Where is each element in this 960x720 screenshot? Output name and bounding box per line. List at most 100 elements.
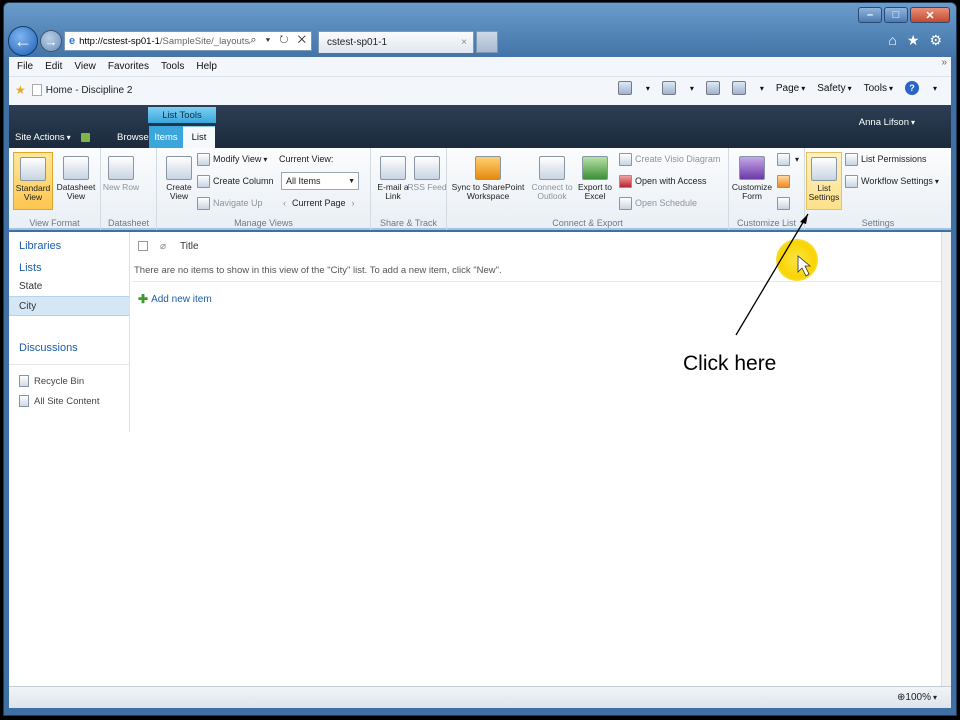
favorite-link[interactable]: Home - Discipline 2: [46, 85, 133, 96]
back-button[interactable]: ←: [8, 26, 38, 56]
sync-workspace-button[interactable]: Sync to SharePoint Workspace: [451, 152, 525, 210]
close-window-button[interactable]: ✕: [910, 7, 950, 23]
status-bar: ⊕100% ▾: [9, 686, 951, 708]
infopath-icon: [739, 156, 765, 180]
browser-toolbar-icons: ⌂ ★ ⚙: [888, 32, 942, 49]
browser-tab[interactable]: cstest-sp01-1 ×: [318, 31, 474, 53]
open-access-button[interactable]: Open with Access: [619, 172, 707, 190]
datasheet-view-icon: [63, 156, 89, 180]
export-excel-button[interactable]: Export to Excel: [575, 152, 615, 210]
ql-lists[interactable]: Lists: [9, 254, 129, 276]
navigate-up-icon: [197, 196, 210, 210]
group-datasheet: New Row Datasheet: [101, 148, 157, 230]
open-schedule-button[interactable]: Open Schedule: [619, 194, 697, 212]
address-tools[interactable]: ⌕ ▾ ↻ ✕: [250, 34, 309, 47]
list-tools-label: List Tools: [148, 107, 216, 123]
ql-item-state[interactable]: State: [9, 276, 129, 296]
address-bar[interactable]: e http://cstest-sp01-1 /SampleSite/_layo…: [64, 31, 312, 51]
help-icon[interactable]: ?: [904, 81, 919, 95]
current-page-pager[interactable]: ‹ Current Page ›: [283, 194, 355, 212]
ql-recycle-bin[interactable]: Recycle Bin: [9, 371, 129, 391]
current-view-select[interactable]: All Items ▼: [281, 172, 359, 190]
add-new-item-link[interactable]: ✚ Add new item: [132, 292, 942, 306]
list-header: ⌀ Title: [132, 232, 942, 260]
create-visio-button[interactable]: Create Visio Diagram: [619, 150, 720, 168]
tab-items[interactable]: Items: [149, 126, 183, 148]
mail-icon[interactable]: [705, 81, 720, 95]
new-row-button[interactable]: New Row: [101, 152, 141, 210]
workflow-settings-button[interactable]: Workflow Settings ▾: [845, 172, 939, 190]
menu-view[interactable]: View: [74, 61, 96, 72]
new-tab-button[interactable]: [476, 31, 498, 53]
ql-item-city[interactable]: City: [9, 296, 129, 316]
feeds-icon[interactable]: [661, 81, 676, 95]
favorites-star-icon[interactable]: ★: [907, 32, 920, 49]
datasheet-view-button[interactable]: Datasheet View: [56, 152, 96, 210]
ql-libraries[interactable]: Libraries: [9, 232, 129, 254]
schedule-icon: [619, 196, 632, 210]
address-path: /SampleSite/_layouts/l: [159, 35, 254, 47]
create-column-button[interactable]: Create Column: [197, 172, 274, 190]
standard-view-icon: [20, 157, 46, 181]
cursor-highlight: [776, 239, 818, 281]
forward-button[interactable]: →: [40, 30, 62, 52]
more-chevron-icon[interactable]: »: [941, 57, 947, 68]
zoom-control[interactable]: ⊕100% ▾: [897, 692, 937, 703]
user-menu[interactable]: Anna Lifson ▾: [859, 117, 915, 128]
modify-view-icon: [197, 152, 210, 166]
tab-close-icon[interactable]: ×: [461, 37, 467, 48]
customize-small-3[interactable]: [777, 194, 793, 212]
maximize-button[interactable]: □: [884, 7, 908, 23]
menu-bar: File Edit View Favorites Tools Help »: [9, 57, 951, 77]
home-icon[interactable]: [617, 81, 632, 95]
group-view-format: Standard View Datasheet View View Format: [9, 148, 101, 230]
column-title[interactable]: Title: [180, 241, 199, 252]
list-permissions-button[interactable]: List Permissions: [845, 150, 927, 168]
outlook-icon: [539, 156, 565, 180]
menu-tools[interactable]: Tools: [161, 61, 184, 72]
customize-small-2[interactable]: [777, 172, 793, 190]
favorites-star-icon[interactable]: ★: [15, 83, 26, 97]
page-menu[interactable]: Page ▾: [776, 83, 805, 94]
view-options-icon: [777, 152, 790, 166]
site-content-icon: [19, 395, 29, 407]
rss-feed-button[interactable]: RSS Feed: [407, 152, 447, 210]
recycle-bin-icon: [19, 375, 29, 387]
tab-browse[interactable]: Browse: [109, 126, 149, 148]
page-content: Libraries Lists State City Discussions R…: [9, 232, 951, 686]
home-icon[interactable]: ⌂: [888, 32, 896, 49]
connect-outlook-button[interactable]: Connect to Outlook: [529, 152, 575, 210]
print-icon[interactable]: [731, 81, 746, 95]
modify-view-button[interactable]: Modify View ▾: [197, 150, 267, 168]
ql-discussions[interactable]: Discussions: [9, 334, 129, 356]
list-settings-button[interactable]: List Settings: [806, 152, 842, 210]
menu-favorites[interactable]: Favorites: [108, 61, 149, 72]
gear-icon[interactable]: ⚙: [929, 32, 942, 49]
select-all-checkbox[interactable]: [138, 241, 148, 251]
menu-edit[interactable]: Edit: [45, 61, 62, 72]
sharepoint-workspace-icon: [475, 156, 501, 180]
window-controls: – □ ✕: [858, 7, 950, 23]
ie-page-icon: e: [69, 35, 76, 47]
navigate-up-button[interactable]: Navigate Up: [197, 194, 263, 212]
safety-menu[interactable]: Safety ▾: [817, 83, 851, 94]
annotation-text: Click here: [683, 352, 777, 375]
group-share-track: E-mail a Link RSS Feed Share & Track: [371, 148, 447, 230]
menu-file[interactable]: File: [17, 61, 33, 72]
excel-icon: [582, 156, 608, 180]
minimize-button[interactable]: –: [858, 7, 882, 23]
standard-view-button[interactable]: Standard View: [13, 152, 53, 210]
delete-icon: [777, 174, 790, 188]
favorites-bar: ★ Home - Discipline 2 ▾ ▾ ▾ Page ▾ Safety…: [9, 77, 951, 103]
customize-small-1[interactable]: ▾: [777, 150, 799, 168]
create-view-button[interactable]: Create View: [159, 152, 199, 210]
tools-menu[interactable]: Tools ▾: [864, 83, 893, 94]
list-view: ⌀ Title There are no items to show in th…: [132, 232, 942, 306]
vertical-scrollbar[interactable]: [941, 232, 951, 686]
ql-all-site-content[interactable]: All Site Content: [9, 391, 129, 411]
group-label: Connect & Export: [552, 218, 623, 228]
site-actions-menu[interactable]: Site Actions ▾: [9, 126, 109, 148]
customize-form-button[interactable]: Customize Form: [731, 152, 773, 210]
menu-help[interactable]: Help: [196, 61, 217, 72]
tab-list[interactable]: List: [183, 126, 215, 148]
